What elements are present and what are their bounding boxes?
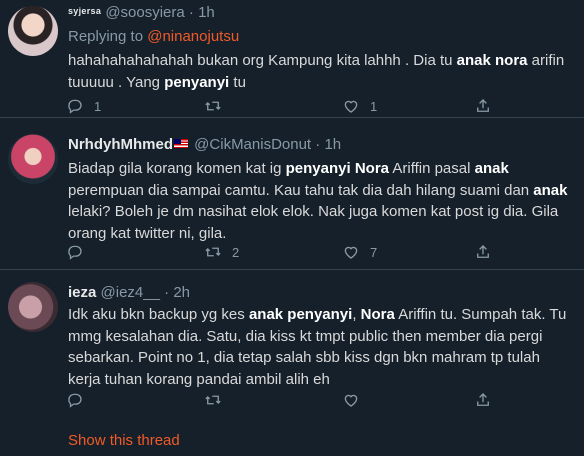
retweet-count: 2 [232,244,240,260]
tweet-text-segment: , [352,306,361,323]
share-icon [477,393,489,406]
tweet-actions: 1 1 [66,96,526,116]
tweet-text: Idk aku bkn backup yg kes anak penyanyi,… [68,304,576,390]
show-thread-link[interactable]: Show this thread [68,432,180,449]
separator-dot: · [315,136,321,153]
tweet[interactable]: syjersa @soosyiera · 1h Replying to @nin… [0,0,584,118]
avatar[interactable] [8,6,58,56]
malaysia-flag-icon [174,139,188,148]
highlighted-keyword: anak penyanyi [248,306,353,323]
user-handle[interactable]: @CikManisDonut [194,136,311,153]
avatar[interactable] [8,134,58,184]
display-name[interactable]: syjersa [68,6,101,16]
mention-link[interactable]: @ninanojutsu [147,28,239,45]
retweet-icon [205,247,221,257]
highlighted-keyword: penyanyi Nora [285,160,390,177]
reply-button[interactable]: 1 [66,96,101,116]
highlighted-keyword: penyanyi [164,73,230,91]
highlighted-keyword: anak nora [456,52,528,69]
highlighted-keyword: Nora [360,306,395,323]
tweet-text-segment: Ariffin pasal [389,160,475,177]
like-count: 1 [370,98,378,114]
like-button[interactable] [342,390,370,410]
tweet[interactable]: NrhdyhMhmed @CikManisDonut · 1h Biadap g… [0,124,584,270]
like-count: 7 [370,244,378,260]
tweet-actions: 2 7 [66,242,526,262]
user-handle[interactable]: @soosyiera [105,4,184,21]
tweet-header: NrhdyhMhmed @CikManisDonut · 1h [68,136,341,153]
user-handle[interactable]: @iez4__ [101,284,160,301]
heart-icon [344,394,358,407]
retweet-icon [205,101,221,111]
share-icon [477,99,489,112]
retweet-button[interactable] [204,96,232,116]
reply-button[interactable] [66,242,94,262]
share-button[interactable] [474,96,492,116]
replying-to-label: Replying to [68,28,148,45]
highlighted-keyword: anak [474,160,509,177]
heart-icon [344,100,358,113]
timestamp[interactable]: 1h [324,136,341,153]
timestamp[interactable]: 1h [198,4,215,21]
tweet-text: Biadap gila korang komen kat ig penyanyi… [68,158,576,244]
tweet-text-segment: perempuan dia sampai camtu. Kau tahu tak… [68,181,534,199]
share-button[interactable] [474,390,492,410]
highlighted-keyword: anak [533,181,568,199]
retweet-icon [205,395,221,405]
reply-button[interactable] [66,390,94,410]
reply-icon [68,393,82,408]
replying-to: Replying to @ninanojutsu [68,28,239,45]
tweet-text-segment: Biadap gila korang komen kat ig [68,160,286,177]
display-name[interactable]: NrhdyhMhmed [68,136,173,153]
reply-count: 1 [94,98,102,114]
avatar[interactable] [8,282,58,332]
separator-dot: · [188,4,194,21]
share-icon [477,245,489,258]
retweet-button[interactable]: 2 [204,242,239,262]
display-name[interactable]: ieza [68,284,96,301]
tweet-text: hahahahahahahah bukan org Kampung kita l… [68,50,576,93]
tweet-text-segment: lelaki? Boleh je dm nasihat elok elok. N… [68,203,559,242]
separator-dot: · [164,284,170,301]
retweet-button[interactable] [204,390,232,410]
tweet-actions [66,390,526,410]
reply-icon [68,99,82,114]
like-button[interactable]: 1 [342,96,377,116]
tweet-header: ieza @iez4__ · 2h [68,284,190,301]
share-button[interactable] [474,242,492,262]
like-button[interactable]: 7 [342,242,377,262]
tweet-text-segment: Idk aku bkn backup yg kes [68,306,249,323]
reply-icon [68,245,82,260]
heart-icon [344,246,358,259]
tweet[interactable]: ieza @iez4__ · 2h Idk aku bkn backup yg … [0,270,584,456]
tweet-text-segment: hahahahahahahah bukan org Kampung kita l… [68,52,457,69]
tweet-text-segment: tu [229,73,246,91]
tweet-header: syjersa @soosyiera · 1h [68,4,215,21]
timestamp[interactable]: 2h [173,284,190,301]
